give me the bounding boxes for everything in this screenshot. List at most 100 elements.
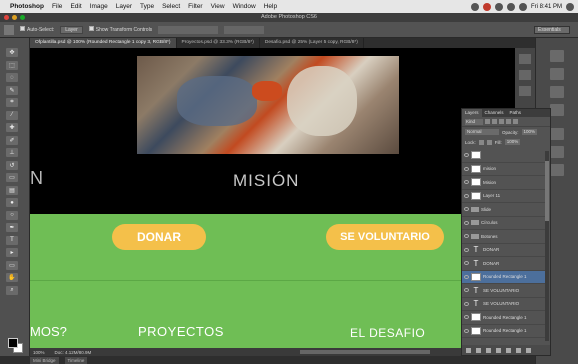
show-transform-checkbox[interactable]: Show Transform Controls [88, 26, 152, 33]
filter-shape-icon[interactable] [506, 119, 511, 124]
filter-type-icon[interactable] [499, 119, 504, 124]
adjustments-panel-icon[interactable] [550, 86, 564, 98]
menu-edit[interactable]: Edit [70, 3, 81, 10]
layer-row[interactable]: T DONAR [462, 257, 546, 271]
menu-filter[interactable]: Filter [188, 3, 202, 10]
swatches-panel-icon[interactable] [550, 68, 564, 80]
fill-field[interactable]: 100% [504, 139, 521, 145]
channels-panel-icon[interactable] [550, 146, 564, 158]
visibility-eye-icon[interactable] [464, 220, 469, 225]
layer-row[interactable]: Círculos [462, 217, 546, 230]
menu-type[interactable]: Type [140, 3, 154, 10]
hand-tool-icon[interactable]: ✋ [6, 273, 18, 282]
opacity-field[interactable]: 100% [521, 129, 538, 135]
healing-tool-icon[interactable]: ✚ [6, 123, 18, 132]
delete-layer-icon[interactable] [526, 347, 531, 353]
visibility-eye-icon[interactable] [464, 247, 469, 252]
visibility-eye-icon[interactable] [464, 153, 469, 158]
layers-panel-icon[interactable] [550, 128, 564, 140]
visibility-eye-icon[interactable] [464, 301, 469, 306]
properties-panel-icon[interactable] [519, 70, 531, 80]
shape-tool-icon[interactable]: ▭ [6, 260, 18, 270]
layer-row[interactable] [462, 149, 546, 163]
spotlight-search-icon[interactable] [566, 2, 574, 11]
layer-style-icon[interactable] [476, 347, 481, 353]
tab-layers[interactable]: Layers [462, 109, 482, 117]
blur-tool-icon[interactable]: ● [6, 198, 18, 207]
tab-proyectos[interactable]: Proyectos.psd @ 33.3% (RGB/8*) [177, 38, 260, 48]
quick-select-tool-icon[interactable]: ✎ [6, 85, 18, 95]
scrollbar-thumb[interactable] [545, 161, 549, 221]
notification-icon[interactable] [482, 2, 491, 11]
layer-row[interactable]: T SE VOLUNTARIO [462, 284, 546, 298]
layer-row[interactable]: Rounded Rectangle 1 [462, 311, 546, 325]
menu-help[interactable]: Help [264, 3, 277, 10]
gradient-tool-icon[interactable]: ▤ [6, 185, 18, 195]
nav-link-desafio[interactable]: EL DESAFIO [350, 326, 425, 340]
visibility-eye-icon[interactable] [464, 288, 469, 293]
move-tool-preset-icon[interactable] [4, 24, 14, 35]
filter-smart-object-icon[interactable] [513, 119, 518, 124]
menu-window[interactable]: Window [233, 3, 256, 10]
layer-row[interactable]: T DONAR [462, 244, 546, 257]
lasso-tool-icon[interactable]: ◌ [6, 73, 18, 82]
distribute-buttons-group[interactable] [224, 25, 265, 34]
dodge-tool-icon[interactable]: ○ [6, 210, 18, 220]
clone-stamp-tool-icon[interactable]: ⊥ [6, 148, 18, 157]
layer-row[interactable]: Layer 11 [462, 190, 546, 203]
nav-link-cropped[interactable]: MOS? [30, 324, 67, 339]
history-panel-icon[interactable] [519, 54, 531, 64]
crop-tool-icon[interactable]: ⌗ [6, 98, 18, 107]
new-layer-icon[interactable] [516, 347, 521, 353]
visibility-eye-icon[interactable] [464, 166, 469, 171]
menu-layer[interactable]: Layer [116, 3, 132, 10]
zoom-window-icon[interactable] [20, 15, 25, 20]
type-tool-icon[interactable]: T [6, 235, 18, 245]
styles-panel-icon[interactable] [550, 104, 564, 116]
tab-ofplantilla[interactable]: Ofplantilla.psd @ 100% (Rounded Rectangl… [30, 38, 177, 48]
visibility-eye-icon[interactable] [464, 274, 469, 279]
tab-channels[interactable]: Channels [482, 109, 507, 117]
bluetooth-icon[interactable] [494, 2, 503, 11]
path-select-tool-icon[interactable]: ▸ [6, 248, 18, 257]
eraser-tool-icon[interactable]: ▭ [6, 173, 18, 182]
menu-view[interactable]: View [211, 3, 225, 10]
donar-button[interactable]: DONAR [112, 224, 206, 250]
align-buttons-group[interactable] [158, 25, 219, 34]
filter-kind-dropdown[interactable]: Kind [465, 118, 483, 125]
app-status-icon[interactable] [470, 2, 479, 11]
visibility-eye-icon[interactable] [464, 234, 469, 239]
eyedropper-tool-icon[interactable]: ⁄ [6, 110, 18, 120]
visibility-eye-icon[interactable] [464, 315, 469, 320]
tab-paths[interactable]: Paths [507, 109, 525, 117]
foreground-color-swatch[interactable] [8, 338, 18, 348]
zoom-level[interactable]: 100% [33, 350, 45, 355]
menu-image[interactable]: Image [90, 3, 108, 10]
filter-adjustment-icon[interactable] [492, 119, 497, 124]
character-panel-icon[interactable] [519, 86, 531, 96]
brush-tool-icon[interactable]: ✐ [6, 135, 18, 145]
horizontal-scrollbar[interactable] [300, 350, 430, 354]
wifi-icon[interactable] [506, 2, 515, 11]
document-canvas[interactable]: N MISIÓN DONAR SE VOLUNTARIO MOS? PROYEC… [30, 48, 461, 348]
pen-tool-icon[interactable]: ✒ [6, 223, 18, 232]
auto-select-dropdown[interactable]: Layer [60, 25, 83, 34]
menu-app[interactable]: Photoshop [10, 3, 44, 10]
visibility-eye-icon[interactable] [464, 261, 469, 266]
auto-select-checkbox[interactable]: Auto-Select: [20, 26, 54, 33]
volume-icon[interactable] [518, 2, 527, 11]
tab-timeline[interactable]: Timeline [64, 356, 88, 364]
lock-position-icon[interactable] [486, 139, 492, 145]
lock-pixels-icon[interactable] [478, 139, 484, 145]
blend-mode-dropdown[interactable]: Normal [465, 129, 499, 135]
voluntario-button[interactable]: SE VOLUNTARIO [326, 224, 444, 250]
zoom-tool-icon[interactable]: ⌕ [6, 285, 18, 295]
filter-pixel-icon[interactable] [485, 119, 490, 124]
menu-file[interactable]: File [52, 3, 62, 10]
new-group-icon[interactable] [506, 347, 511, 353]
paths-panel-icon[interactable] [550, 164, 564, 176]
visibility-eye-icon[interactable] [464, 193, 469, 198]
color-panel-icon[interactable] [550, 50, 564, 62]
clock[interactable]: Fri 8:41 PM [531, 4, 562, 10]
close-window-icon[interactable] [4, 15, 9, 20]
